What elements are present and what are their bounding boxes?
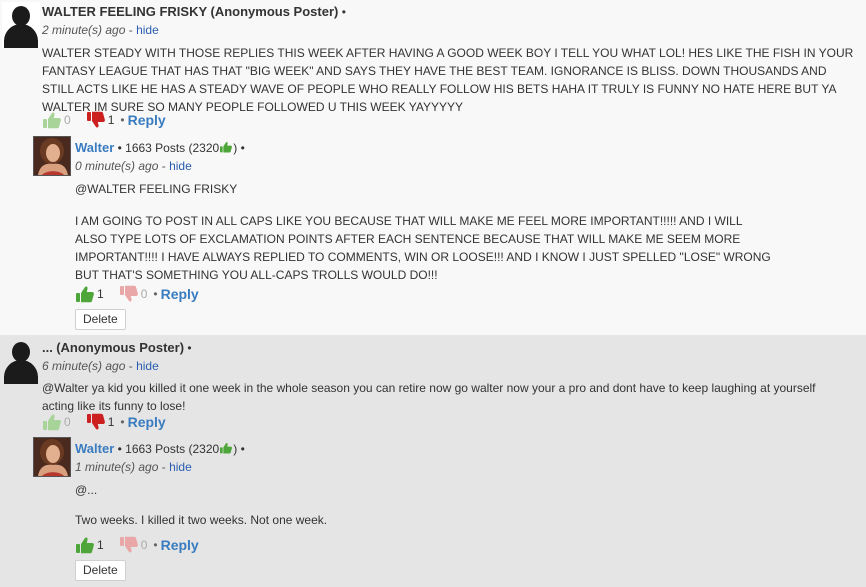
comment-text-line: STILL ACTS LIKE HE HAS A STEADY WAVE OF … — [42, 82, 837, 96]
reply-text-line: IMPORTANT!!!! I HAVE ALWAYS REPLIED TO C… — [75, 250, 771, 264]
comment-timestamp: 2 minute(s) ago — [42, 23, 126, 37]
dash: - — [161, 460, 166, 474]
comment-body: @Walter ya kid you killed it one week in… — [42, 379, 862, 415]
comment-body: WALTER STEADY WITH THOSE REPLIES THIS WE… — [42, 44, 862, 116]
bullet: • — [240, 442, 245, 456]
delete-button[interactable]: Delete — [75, 309, 126, 330]
reply: Walter • 1663 Posts (2320) • 1 minute(s)… — [75, 441, 855, 529]
thumbs-down-icon[interactable] — [86, 111, 106, 129]
bullet: • — [117, 141, 122, 155]
reply-author[interactable]: Walter — [75, 140, 114, 155]
downvote-count: 1 — [107, 113, 115, 127]
vote-bar: 0 1 • Reply — [42, 413, 166, 431]
reply-text-line: I AM GOING TO POST IN ALL CAPS LIKE YOU … — [75, 214, 743, 228]
comment-author: WALTER FEELING FRISKY — [42, 4, 208, 19]
bullet: • — [120, 415, 125, 429]
thumbs-up-icon — [219, 141, 233, 153]
comment-author: ... — [42, 340, 53, 355]
reply-link[interactable]: Reply — [161, 286, 199, 302]
hide-link[interactable]: hide — [169, 159, 192, 173]
hide-link[interactable]: hide — [169, 460, 192, 474]
thumbs-up-icon — [219, 442, 233, 454]
bullet: • — [153, 538, 158, 552]
dash: - — [128, 359, 133, 373]
hide-link[interactable]: hide — [136, 23, 159, 37]
post-count: 1663 Posts (2320 — [125, 442, 220, 456]
thumbs-down-icon[interactable] — [119, 285, 139, 303]
dash: - — [128, 23, 133, 37]
poster-tag: (Anonymous Poster) — [56, 340, 185, 355]
reply-author[interactable]: Walter — [75, 441, 114, 456]
anonymous-avatar — [2, 2, 40, 48]
reply-timestamp: 0 minute(s) ago — [75, 159, 159, 173]
thumbs-down-icon[interactable] — [86, 413, 106, 431]
bullet: • — [341, 5, 346, 19]
walter-avatar[interactable] — [33, 136, 71, 176]
thumbs-up-icon[interactable] — [42, 413, 62, 431]
downvote-count: 1 — [107, 415, 115, 429]
reply-text-line: BUT THAT'S SOMETHING YOU ALL-CAPS TROLLS… — [75, 268, 438, 282]
reply-text-line: Two weeks. I killed it two weeks. Not on… — [75, 513, 328, 527]
post-count-close: ) — [233, 141, 238, 155]
bullet: • — [240, 141, 245, 155]
reply-link[interactable]: Reply — [128, 414, 166, 430]
reply-text-line: ALSO TYPE LOTS OF EXCLAMATION POINTS AFT… — [75, 232, 741, 246]
upvote-count: 1 — [97, 287, 104, 301]
bullet: • — [153, 287, 158, 301]
reply-mention: @WALTER FEELING FRISKY — [75, 182, 238, 196]
upvote-count: 0 — [64, 415, 71, 429]
vote-bar: 0 1 • Reply — [42, 111, 166, 129]
post-count-close: ) — [233, 442, 238, 456]
thumbs-up-icon[interactable] — [75, 536, 95, 554]
vote-bar: 1 0 • Reply — [75, 285, 199, 303]
poster-tag: (Anonymous Poster) — [210, 4, 339, 19]
vote-bar: 1 0 • Reply — [75, 536, 199, 554]
anonymous-avatar — [2, 338, 40, 384]
upvote-count: 0 — [64, 113, 71, 127]
comment-thread-2: ... (Anonymous Poster) • 6 minute(s) ago… — [0, 335, 866, 587]
comment-text-line: WALTER STEADY WITH THOSE REPLIES THIS WE… — [42, 46, 854, 60]
post-count: 1663 Posts (2320 — [125, 141, 220, 155]
walter-avatar[interactable] — [33, 437, 71, 477]
reply: Walter • 1663 Posts (2320) • 0 minute(s)… — [75, 140, 855, 284]
delete-button[interactable]: Delete — [75, 560, 126, 581]
thumbs-up-icon[interactable] — [75, 285, 95, 303]
comment: ... (Anonymous Poster) • 6 minute(s) ago… — [42, 340, 862, 415]
thumbs-up-icon[interactable] — [42, 111, 62, 129]
comment-timestamp: 6 minute(s) ago — [42, 359, 126, 373]
bullet: • — [187, 341, 192, 355]
bullet: • — [117, 442, 122, 456]
reply-link[interactable]: Reply — [128, 112, 166, 128]
downvote-count: 0 — [140, 538, 148, 552]
reply-body: I AM GOING TO POST IN ALL CAPS LIKE YOU … — [75, 212, 855, 284]
comment-text-line: FANTASY LEAGUE THAT HAS THAT "BIG WEEK" … — [42, 64, 827, 78]
upvote-count: 1 — [97, 538, 104, 552]
reply-timestamp: 1 minute(s) ago — [75, 460, 159, 474]
comment: WALTER FEELING FRISKY (Anonymous Poster)… — [42, 4, 862, 116]
thumbs-down-icon[interactable] — [119, 536, 139, 554]
bullet: • — [120, 113, 125, 127]
reply-body: Two weeks. I killed it two weeks. Not on… — [75, 511, 855, 529]
reply-mention: @... — [75, 483, 98, 497]
dash: - — [161, 159, 166, 173]
comment-thread-1: WALTER FEELING FRISKY (Anonymous Poster)… — [0, 0, 866, 335]
comment-text-line: @Walter ya kid you killed it one week in… — [42, 381, 816, 395]
hide-link[interactable]: hide — [136, 359, 159, 373]
downvote-count: 0 — [140, 287, 148, 301]
reply-link[interactable]: Reply — [161, 537, 199, 553]
